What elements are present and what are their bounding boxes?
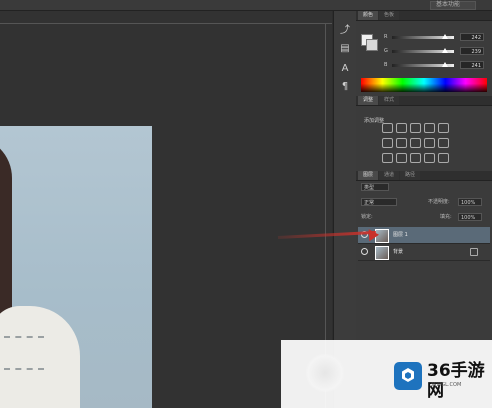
- tab-paths[interactable]: 路径: [400, 171, 420, 180]
- brightness-icon[interactable]: [382, 123, 393, 133]
- layer-row-background[interactable]: 背景: [358, 244, 490, 261]
- opacity-label: 不透明度:: [428, 199, 450, 205]
- character-icon[interactable]: A: [339, 63, 351, 75]
- slider-g-thumb[interactable]: [442, 48, 448, 53]
- color-panel-tabs: 颜色 色板: [356, 11, 492, 21]
- photo-filter-icon[interactable]: [424, 138, 435, 148]
- lock-icon: [470, 248, 478, 256]
- layer-name: 背景: [393, 249, 404, 255]
- slider-b-value[interactable]: 241: [460, 61, 484, 69]
- background-color-swatch[interactable]: [366, 39, 378, 51]
- slider-g-value[interactable]: 239: [460, 47, 484, 55]
- slider-b-letter: B: [384, 62, 388, 68]
- adjustments-panel-tabs: 调整 样式: [356, 96, 492, 106]
- watermark-domain: 36WGL.COM: [430, 382, 462, 388]
- lock-row: 锁定: 填充: 100%: [356, 212, 492, 223]
- curves-icon[interactable]: [410, 123, 421, 133]
- paragraph-icon[interactable]: ¶: [339, 81, 351, 93]
- layer-kind-filter[interactable]: 类型: [361, 183, 389, 191]
- layers-panel-tabs: 图层 通道 路径: [356, 171, 492, 181]
- selective-color-icon[interactable]: [438, 153, 449, 163]
- brush-preset-icon[interactable]: ▤: [339, 43, 351, 55]
- posterize-icon[interactable]: [396, 153, 407, 163]
- slider-b: B 241: [384, 61, 484, 69]
- canvas-edge: [0, 23, 332, 24]
- tab-adjustments[interactable]: 调整: [358, 96, 378, 105]
- fill-label: 填充:: [440, 214, 452, 220]
- lock-label: 锁定:: [361, 214, 373, 220]
- fill-input[interactable]: 100%: [458, 213, 482, 221]
- annotation-arrow-head: [368, 228, 380, 242]
- slider-b-thumb[interactable]: [442, 62, 448, 67]
- top-bar: 基本功能: [0, 0, 492, 11]
- slider-r-thumb[interactable]: [442, 34, 448, 39]
- photo-lace: [4, 336, 44, 370]
- layer-name: 图层 1: [393, 232, 408, 238]
- watermark-brand: 36手游网: [427, 361, 485, 401]
- layer-filter-bar: 类型: [356, 182, 492, 193]
- history-icon[interactable]: ⤴: [339, 25, 351, 37]
- blend-mode-select[interactable]: 正常: [361, 198, 397, 206]
- color-balance-icon[interactable]: [396, 138, 407, 148]
- tab-styles[interactable]: 样式: [379, 96, 399, 105]
- tab-color[interactable]: 颜色: [358, 11, 378, 20]
- windows-logo-icon: [305, 353, 345, 393]
- slider-g: G 239: [384, 47, 484, 55]
- channel-mixer-icon[interactable]: [438, 138, 449, 148]
- hue-saturation-icon[interactable]: [382, 138, 393, 148]
- invert-icon[interactable]: [382, 153, 393, 163]
- color-spectrum-shade: [361, 78, 487, 92]
- blend-row: 正常 不透明度: 100%: [356, 197, 492, 208]
- tab-channels[interactable]: 通道: [379, 171, 399, 180]
- slider-r: R 242: [384, 33, 484, 41]
- tab-swatches[interactable]: 色板: [379, 11, 399, 20]
- exposure-icon[interactable]: [424, 123, 435, 133]
- tab-layers[interactable]: 图层: [358, 171, 378, 180]
- gradient-map-icon[interactable]: [424, 153, 435, 163]
- vibrance-icon[interactable]: [438, 123, 449, 133]
- layer-thumbnail: [375, 246, 389, 260]
- slider-r-value[interactable]: 242: [460, 33, 484, 41]
- black-white-icon[interactable]: [410, 138, 421, 148]
- threshold-icon[interactable]: [410, 153, 421, 163]
- photo-layer-image[interactable]: [0, 126, 152, 408]
- adjustments-title: 添加调整: [364, 118, 385, 124]
- workspace-label: 基本功能: [436, 1, 461, 8]
- slider-g-letter: G: [384, 48, 388, 54]
- levels-icon[interactable]: [396, 123, 407, 133]
- slider-r-letter: R: [384, 34, 388, 40]
- eye-icon[interactable]: [361, 248, 368, 255]
- opacity-input[interactable]: 100%: [458, 198, 482, 206]
